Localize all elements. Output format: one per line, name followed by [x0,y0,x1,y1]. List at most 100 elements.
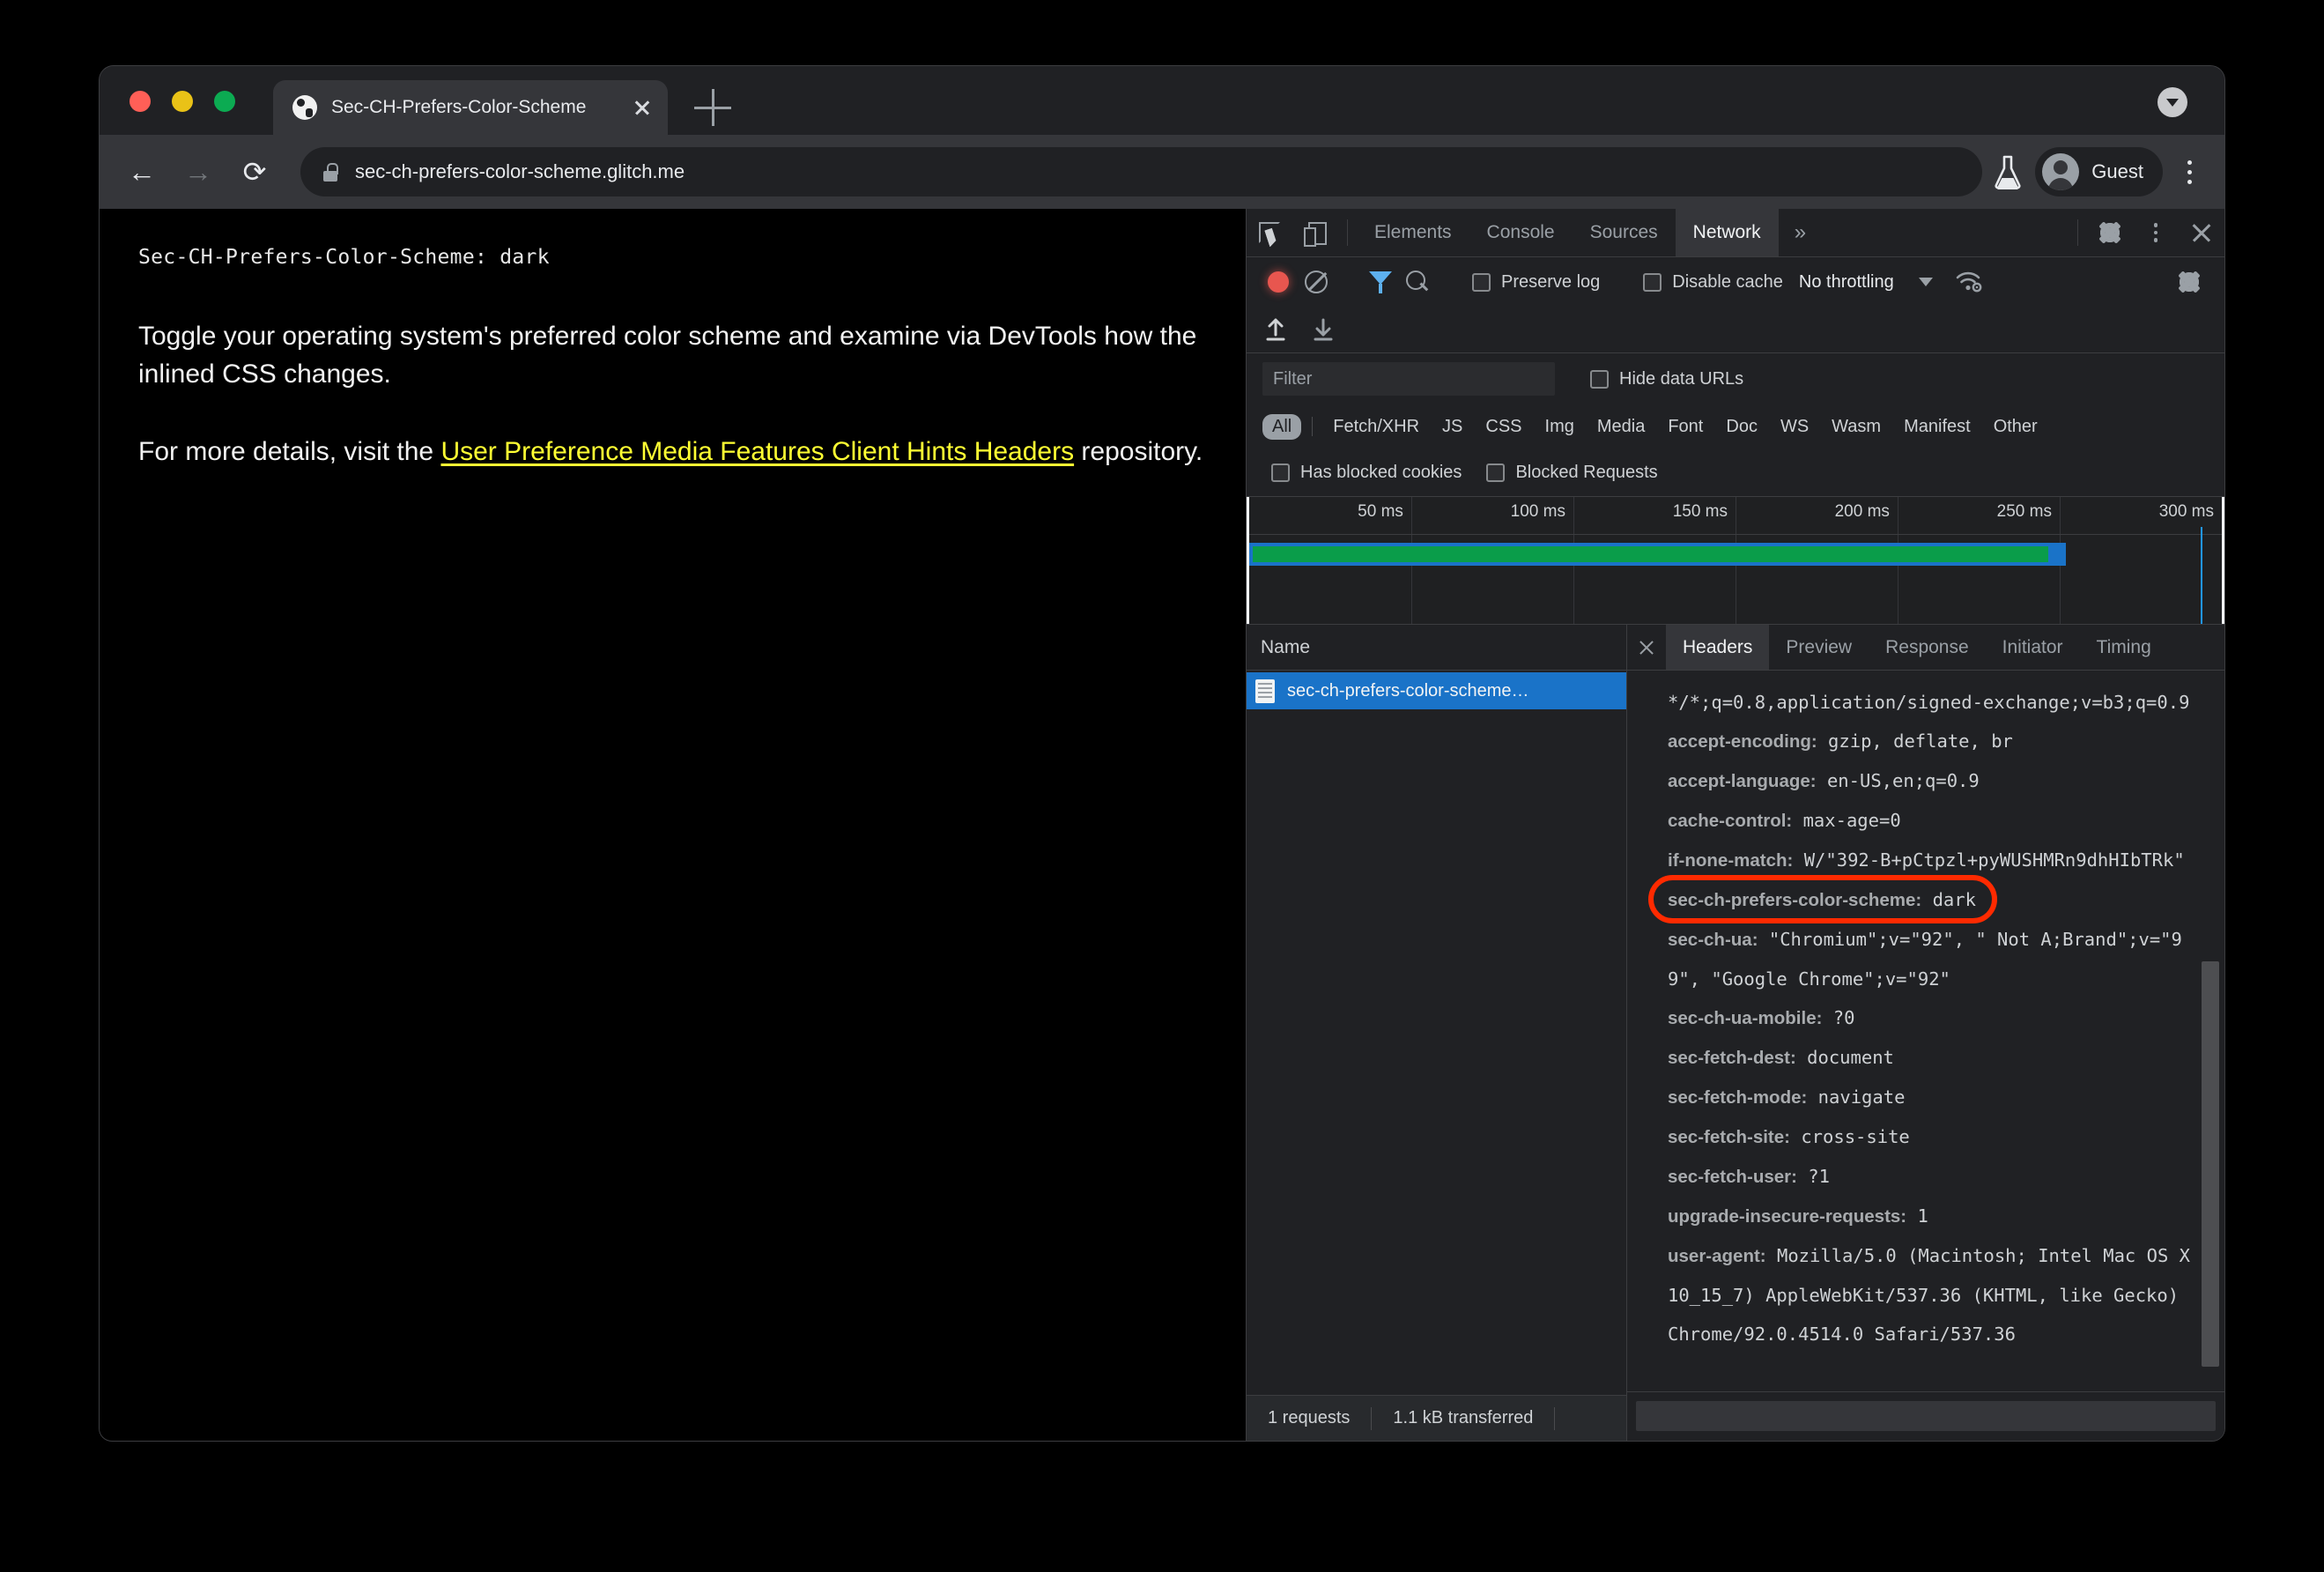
request-headers-list[interactable]: */*;q=0.8,application/signed-exchange;v=… [1627,671,2224,1391]
header-value: ?1 [1796,1166,1830,1187]
tab-sources[interactable]: Sources [1573,209,1676,256]
search-icon[interactable] [1406,271,1429,293]
type-filter-css[interactable]: CSS [1476,414,1531,440]
record-icon[interactable] [1268,271,1289,293]
header-value: document [1795,1047,1894,1068]
filter-row: Hide data URLs [1247,353,2224,404]
header-line: sec-ch-prefers-color-scheme: dark [1668,880,2198,920]
kebab-icon[interactable] [2133,209,2179,256]
type-filter-all[interactable]: All [1262,413,1302,440]
header-name: sec-fetch-user: [1668,1167,1797,1187]
repo-link[interactable]: User Preference Media Features Client Hi… [440,437,1074,466]
header-value: */*;q=0.8,application/signed-exchange;v=… [1668,692,2190,713]
filter-funnel-icon[interactable] [1369,271,1392,293]
flask-icon[interactable] [1993,154,2023,190]
chevron-down-icon[interactable] [1918,278,1933,286]
scrollbar-thumb[interactable] [2202,961,2219,1367]
overview-request-bar [1249,543,2067,566]
checkbox-box[interactable] [1486,463,1506,482]
divider [1347,219,1348,246]
new-tab-button[interactable] [694,89,731,126]
browser-window: Sec-CH-Prefers-Color-Scheme ← → ⟳ sec-ch… [100,66,2224,1441]
reload-button[interactable]: ⟳ [230,147,279,196]
header-value: dark [1921,889,1976,910]
tab-elements[interactable]: Elements [1357,209,1469,256]
checkbox-box[interactable] [1271,463,1290,482]
page-header-line: Sec-CH-Prefers-Color-Scheme: dark [138,246,550,269]
type-filter-ws[interactable]: WS [1771,414,1818,440]
request-row[interactable]: sec-ch-prefers-color-scheme… [1247,672,1626,709]
tab-network[interactable]: Network [1675,209,1779,256]
device-toolbar-icon[interactable] [1292,209,1338,256]
forward-button[interactable]: → [174,147,223,196]
more-tabs-icon[interactable]: » [1779,209,1822,256]
reload-icon: ⟳ [242,156,267,188]
devtools-panel: Elements Console Sources Network » Prese… [1246,209,2224,1441]
detail-footer [1627,1391,2224,1441]
checkbox-box[interactable] [1590,369,1609,389]
minimize-window-button[interactable] [172,91,193,112]
preserve-log-checkbox[interactable]: Preserve log [1463,272,1609,293]
export-har-icon[interactable] [1312,317,1335,342]
type-filter-media[interactable]: Media [1588,414,1654,440]
header-name: sec-ch-prefers-color-scheme: [1668,890,1922,910]
overview-tick-50ms: 50 ms [1358,502,1403,521]
overview-grid[interactable]: 50 ms 100 ms 150 ms 200 ms 250 ms 300 ms [1247,497,2224,624]
close-detail-icon[interactable] [1627,625,1666,670]
close-window-button[interactable] [130,91,151,112]
import-har-icon[interactable] [1264,317,1287,342]
disable-cache-checkbox[interactable]: Disable cache [1634,272,1792,293]
tab-timing[interactable]: Timing [2080,625,2168,670]
tab-console[interactable]: Console [1469,209,1573,256]
lock-icon [323,162,338,182]
header-line: sec-ch-ua: "Chromium";v="92", " Not A;Br… [1668,920,2198,998]
hide-data-urls-checkbox[interactable]: Hide data URLs [1581,369,1752,389]
clear-icon[interactable] [1305,271,1328,293]
tab-response[interactable]: Response [1869,625,1986,670]
checkbox-box[interactable] [1643,272,1662,292]
type-filter-img[interactable]: Img [1536,414,1584,440]
blocked-requests-checkbox[interactable]: Blocked Requests [1477,463,1666,483]
close-icon[interactable] [2179,209,2224,256]
type-filter-fetch-xhr[interactable]: Fetch/XHR [1323,414,1429,440]
has-blocked-cookies-checkbox[interactable]: Has blocked cookies [1262,463,1470,483]
overview-tick-200ms: 200 ms [1834,502,1890,521]
arrow-right-icon: → [184,156,212,188]
header-value: gzip, deflate, br [1817,730,2013,752]
request-name: sec-ch-prefers-color-scheme… [1287,680,1529,701]
browser-tab[interactable]: Sec-CH-Prefers-Color-Scheme [273,80,668,135]
gear-icon[interactable] [2087,209,2133,256]
back-button[interactable]: ← [117,147,167,196]
overview-tick-250ms: 250 ms [1996,502,2052,521]
request-list-pane: Name sec-ch-prefers-color-scheme… 1 requ… [1247,625,1627,1441]
scrollbar[interactable] [2202,671,2219,1391]
column-header-name[interactable]: Name [1247,625,1626,671]
inspect-element-icon[interactable] [1247,209,1292,256]
maximize-window-button[interactable] [214,91,235,112]
tab-initiator[interactable]: Initiator [1986,625,2080,670]
tab-preview[interactable]: Preview [1769,625,1869,670]
header-value: W/"392-B+pCtpzl+pyWUSHMRn9dhHIbTRk" [1793,849,2185,871]
capture-settings-gear-icon[interactable] [2166,271,2212,293]
throttling-dropdown[interactable]: No throttling [1795,272,1894,293]
tab-headers[interactable]: Headers [1666,625,1770,670]
wifi-gear-icon[interactable] [1956,271,1982,293]
address-bar[interactable]: sec-ch-prefers-color-scheme.glitch.me [300,147,1983,196]
checkbox-box[interactable] [1472,272,1491,292]
header-line: accept-language: en-US,en;q=0.9 [1668,761,2198,801]
kebab-icon[interactable] [2172,147,2207,196]
type-filter-js[interactable]: JS [1432,414,1472,440]
type-filter-doc[interactable]: Doc [1716,414,1767,440]
type-filter-font[interactable]: Font [1658,414,1713,440]
type-filter-manifest[interactable]: Manifest [1894,414,1980,440]
close-icon[interactable] [629,94,655,121]
type-filter-wasm[interactable]: Wasm [1822,414,1891,440]
header-line: cache-control: max-age=0 [1668,801,2198,841]
profile-button[interactable]: Guest [2035,147,2163,196]
type-filter-other[interactable]: Other [1984,414,2047,440]
network-overview-timeline[interactable]: 50 ms 100 ms 150 ms 200 ms 250 ms 300 ms [1247,497,2224,624]
header-line: sec-fetch-user: ?1 [1668,1157,2198,1197]
filter-input[interactable] [1262,362,1555,396]
chevron-down-icon[interactable] [2157,87,2187,117]
request-list[interactable]: sec-ch-prefers-color-scheme… [1247,671,1626,1395]
